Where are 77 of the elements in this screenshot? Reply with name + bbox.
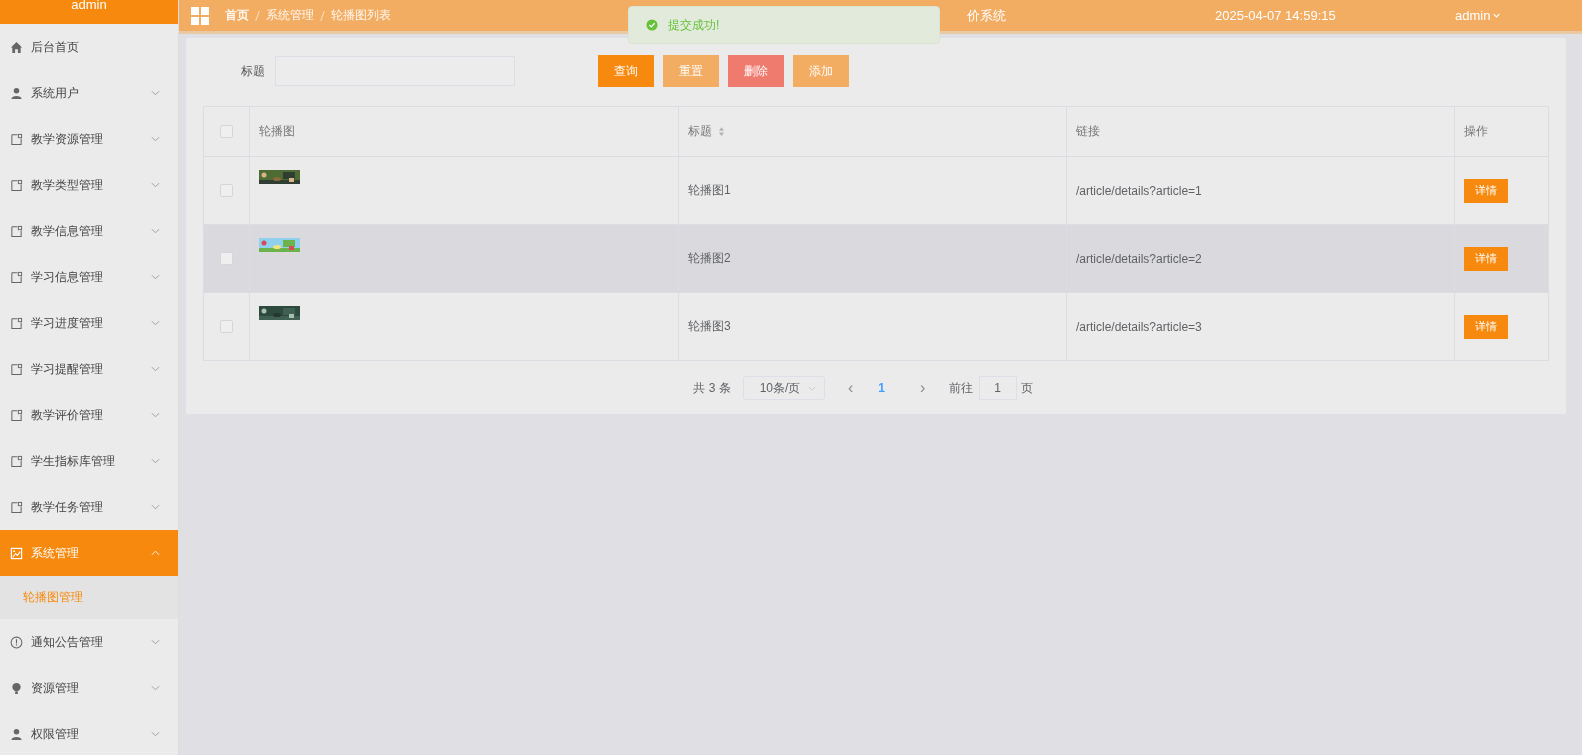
sidebar-item[interactable]: 学生指标库管理 — [0, 438, 178, 484]
table-row[interactable]: 轮播图3 /article/details?article=3 详情 — [204, 293, 1548, 360]
grid-icon[interactable] — [191, 6, 209, 25]
column-header: 链接 — [1067, 107, 1455, 156]
table-cell: 轮播图1 — [679, 157, 1067, 224]
person-icon — [10, 727, 23, 741]
chevron-icon — [151, 731, 160, 737]
chevron-icon — [151, 366, 160, 372]
document-icon — [10, 224, 23, 238]
chevron-icon — [151, 685, 160, 691]
sidebar-item[interactable]: 教学类型管理 — [0, 162, 178, 208]
image-icon — [10, 546, 23, 560]
datetime: 2025-04-07 14:59:15 — [1215, 8, 1336, 23]
document-icon — [10, 316, 23, 330]
page-size-select[interactable]: 10条/页 — [742, 376, 825, 400]
sidebar-item[interactable]: 学习信息管理 — [0, 254, 178, 300]
sidebar-item[interactable]: 后台首页 — [0, 24, 178, 70]
bulb-icon — [10, 681, 23, 695]
sidebar-item[interactable]: 权限管理 — [0, 711, 178, 755]
sidebar-item[interactable]: 系统用户 — [0, 70, 178, 116]
total-count: 共 3 条 — [693, 379, 731, 397]
chevron-icon — [151, 412, 160, 418]
table-cell: /article/details?article=2 — [1067, 225, 1455, 292]
document-icon — [10, 362, 23, 376]
chevron-icon — [151, 550, 160, 556]
sidebar-item[interactable]: 教学任务管理 — [0, 484, 178, 530]
page-suffix: 页 — [1020, 379, 1033, 397]
sidebar-item[interactable]: 教学信息管理 — [0, 208, 178, 254]
sidebar-item[interactable]: 学习进度管理 — [0, 300, 178, 346]
table-cell: /article/details?article=3 — [1067, 293, 1455, 360]
action-button[interactable]: 删除 — [728, 55, 784, 87]
chevron-icon — [151, 228, 160, 234]
select-all-checkbox[interactable] — [220, 125, 233, 138]
chevron-icon — [151, 136, 160, 142]
check-icon — [646, 19, 658, 31]
page-input[interactable]: 1 — [978, 376, 1017, 400]
person-icon — [10, 86, 23, 100]
chevron-icon — [807, 385, 816, 391]
home-icon — [10, 40, 23, 54]
sidebar-item[interactable]: 学习提醒管理 — [0, 346, 178, 392]
document-icon — [10, 500, 23, 514]
sidebar-item[interactable]: 教学资源管理 — [0, 116, 178, 162]
row-checkbox[interactable] — [220, 184, 233, 197]
document-icon — [10, 270, 23, 284]
info-icon — [10, 635, 23, 649]
document-icon — [10, 454, 23, 468]
column-header: 轮播图 — [250, 107, 679, 156]
next-page-button[interactable]: › — [906, 378, 939, 398]
caret-icon — [1493, 13, 1501, 18]
sidebar-item[interactable]: 教学评价管理 — [0, 392, 178, 438]
chevron-icon — [151, 504, 160, 510]
row-checkbox[interactable] — [220, 320, 233, 333]
chevron-icon — [151, 182, 160, 188]
table-cell: 轮播图2 — [679, 225, 1067, 292]
chevron-icon — [151, 639, 160, 645]
document-icon — [10, 132, 23, 146]
table-cell: 轮播图3 — [679, 293, 1067, 360]
column-header: 操作 — [1463, 123, 1489, 140]
chevron-icon — [151, 458, 160, 464]
table-cell: /article/details?article=1 — [1067, 157, 1455, 224]
chevron-icon — [151, 320, 160, 326]
search-label: 标题 — [241, 62, 265, 80]
sort-icon[interactable] — [718, 126, 725, 137]
chevron-icon — [151, 90, 160, 96]
toast-message: 提交成功! — [668, 16, 720, 34]
sidebar-item[interactable]: 资源管理 — [0, 665, 178, 711]
column-header: 标题 — [679, 107, 1067, 156]
chevron-icon — [151, 274, 160, 280]
table-row[interactable]: 轮播图2 /article/details?article=2 详情 — [204, 225, 1548, 293]
system-title: 价系统 — [967, 6, 1006, 25]
document-icon — [10, 178, 23, 192]
document-icon — [10, 408, 23, 422]
goto-label: 前往 — [948, 379, 973, 397]
prev-page-button[interactable]: ‹ — [834, 378, 867, 398]
row-checkbox[interactable] — [220, 252, 233, 265]
admin-name: admin — [71, 0, 107, 11]
sidebar-item[interactable]: 通知公告管理 — [0, 619, 178, 665]
